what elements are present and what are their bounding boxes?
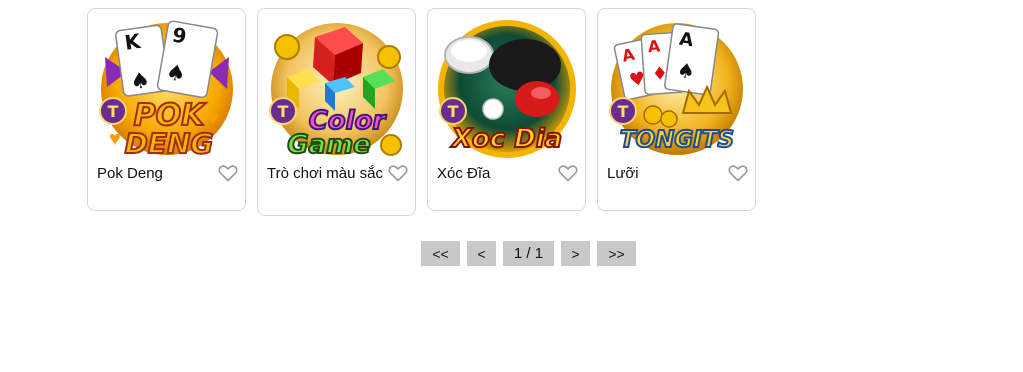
first-page-button[interactable]: << [421,241,460,266]
svg-text:A: A [647,36,661,56]
svg-text:T: T [278,102,289,121]
svg-text:Xoc Dia: Xoc Dia [450,124,562,154]
game-card-tongits[interactable]: A ♥ A ♦ A ♠ T TONGITS Lưỡi [597,8,756,211]
game-card-xoc-dia[interactable]: T Xoc Dia Xóc Đĩa [427,8,586,211]
svg-text:A: A [678,28,695,51]
game-card-color-game[interactable]: T Color Game Trò chơi màu sắc [257,8,416,216]
svg-text:TONGITS: TONGITS [620,127,734,153]
svg-text:Game: Game [287,130,371,158]
game-thumbnail[interactable]: T Xoc Dia [437,17,578,158]
game-thumbnail[interactable]: A ♥ A ♦ A ♠ T TONGITS [607,17,748,158]
svg-text:♠: ♠ [675,57,696,83]
color-game-logo: T Color Game [269,23,403,158]
game-grid: K ♠ 9 ♠ T POK DENG ♥ ♥ Pok Deng T Color … [87,8,756,216]
svg-text:♥: ♥ [207,108,219,130]
game-card-pok-deng[interactable]: K ♠ 9 ♠ T POK DENG ♥ ♥ Pok Deng [87,8,246,211]
svg-text:DENG: DENG [125,127,214,158]
game-title[interactable]: Trò chơi màu sắc [267,163,385,185]
game-title[interactable]: Lưỡi [607,163,725,185]
svg-text:T: T [108,102,119,121]
svg-text:♠: ♠ [129,68,152,96]
svg-text:T: T [448,102,459,121]
svg-text:♥: ♥ [109,128,121,150]
tongits-logo: A ♥ A ♦ A ♠ T TONGITS [609,23,743,155]
game-title[interactable]: Pok Deng [97,163,215,185]
pok-deng-logo: K ♠ 9 ♠ T POK DENG ♥ ♥ [99,20,233,158]
heart-outline-icon[interactable] [218,164,238,182]
svg-text:T: T [618,102,629,121]
previous-page-button[interactable]: < [467,241,496,266]
xoc-dia-logo: T Xoc Dia [438,20,576,158]
last-page-button[interactable]: >> [597,241,636,266]
heart-outline-icon[interactable] [728,164,748,182]
heart-outline-icon[interactable] [388,164,408,182]
game-title[interactable]: Xóc Đĩa [437,163,555,185]
game-thumbnail[interactable]: T Color Game [267,17,408,158]
pagination: << < 1 / 1 > >> [421,241,636,266]
next-page-button[interactable]: > [561,241,590,266]
page-indicator: 1 / 1 [503,241,554,266]
heart-outline-icon[interactable] [558,164,578,182]
game-thumbnail[interactable]: K ♠ 9 ♠ T POK DENG ♥ ♥ [97,17,238,158]
